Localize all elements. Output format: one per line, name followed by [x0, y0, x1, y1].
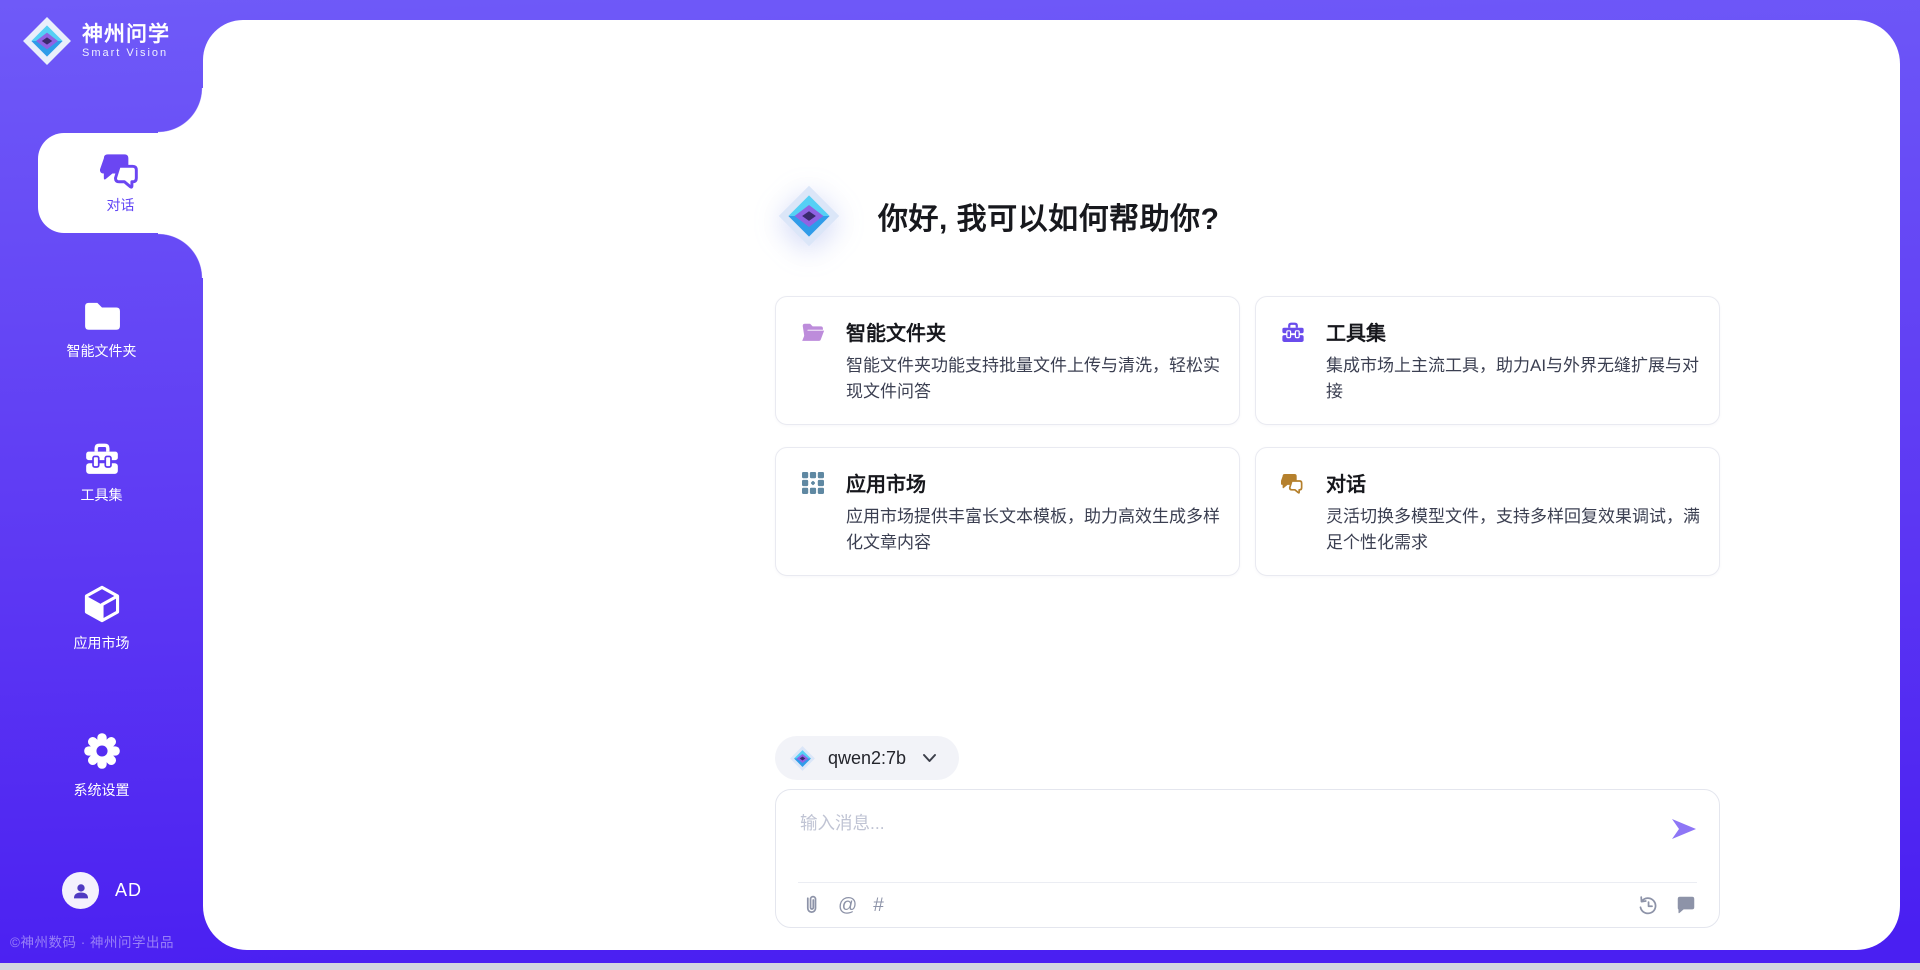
sidebar-item-market[interactable]: 应用市场 — [0, 563, 203, 673]
person-icon — [70, 880, 92, 902]
sidebar: 神州问学 Smart Vision 对话 智能文件夹 — [0, 0, 203, 963]
feature-card-chat[interactable]: 对话 灵活切换多模型文件，支持多样回复效果调试，满足个性化需求 — [1255, 447, 1720, 576]
model-selector[interactable]: qwen2:7b — [775, 736, 959, 780]
chat-bubbles-icon — [100, 151, 142, 189]
greeting: 你好, 我可以如何帮助你? — [776, 183, 1220, 249]
main-content: 你好, 我可以如何帮助你? 智能文件夹 智能文件夹功能支持批量文件上传与清洗，轻… — [203, 20, 1900, 950]
brand-logo: 神州问学 Smart Vision — [22, 16, 170, 66]
brand-subtitle: Smart Vision — [82, 47, 170, 60]
composer-divider — [798, 882, 1697, 883]
sidebar-item-label: 应用市场 — [74, 633, 130, 653]
window-bottom-edge — [0, 963, 1920, 970]
folder-open-icon — [801, 320, 825, 344]
chat-bubbles-icon — [1281, 471, 1305, 495]
history-icon[interactable] — [1637, 894, 1659, 916]
brand-name: 神州问学 — [82, 23, 170, 47]
message-composer: @ # — [775, 789, 1720, 928]
card-description: 灵活切换多模型文件，支持多样回复效果调试，满足个性化需求 — [1326, 504, 1708, 556]
card-description: 应用市场提供丰富长文本模板，助力高效生成多样化文章内容 — [846, 504, 1228, 556]
avatar — [62, 872, 99, 909]
app-window: 神州问学 Smart Vision 对话 智能文件夹 — [0, 0, 1920, 970]
sidebar-item-label: 智能文件夹 — [67, 341, 137, 361]
active-tab-fillet-top — [158, 88, 203, 133]
sidebar-item-label: 对话 — [107, 195, 135, 215]
feature-card-tools[interactable]: 工具集 集成市场上主流工具，助力AI与外界无缝扩展与对接 — [1255, 296, 1720, 425]
folder-icon — [83, 300, 121, 332]
assistant-gem-icon — [776, 183, 842, 249]
gear-icon — [82, 731, 122, 771]
cube-icon — [82, 584, 122, 624]
feature-card-folders[interactable]: 智能文件夹 智能文件夹功能支持批量文件上传与清洗，轻松实现文件问答 — [775, 296, 1240, 425]
sidebar-item-folders[interactable]: 智能文件夹 — [0, 275, 203, 385]
chevron-down-icon — [922, 753, 937, 763]
card-description: 智能文件夹功能支持批量文件上传与清洗，轻松实现文件问答 — [846, 353, 1228, 405]
brand-gem-icon — [22, 16, 72, 66]
topic-icon[interactable]: # — [873, 894, 884, 918]
user-name: AD — [115, 880, 142, 901]
toolbox-icon — [83, 440, 121, 476]
feature-card-market[interactable]: 应用市场 应用市场提供丰富长文本模板，助力高效生成多样化文章内容 — [775, 447, 1240, 576]
toolbox-icon — [1281, 320, 1305, 344]
user-menu[interactable]: AD — [62, 872, 142, 909]
card-title: 工具集 — [1326, 317, 1386, 346]
card-description: 集成市场上主流工具，助力AI与外界无缝扩展与对接 — [1326, 353, 1708, 405]
model-gem-icon — [789, 745, 816, 772]
greeting-text: 你好, 我可以如何帮助你? — [878, 194, 1220, 238]
message-input[interactable] — [800, 803, 1660, 843]
attach-icon[interactable] — [800, 895, 822, 917]
copyright-text: ©神州数码 · 神州问学出品 — [10, 931, 174, 951]
sidebar-item-tools[interactable]: 工具集 — [0, 417, 203, 527]
sidebar-item-label: 工具集 — [81, 485, 123, 505]
active-tab-fillet-bottom — [158, 233, 203, 278]
grid-icon — [801, 471, 825, 495]
sidebar-item-label: 系统设置 — [74, 780, 130, 800]
sidebar-item-chat[interactable]: 对话 — [38, 133, 203, 233]
conversation-icon[interactable] — [1675, 894, 1697, 916]
send-icon[interactable] — [1671, 818, 1697, 840]
card-title: 对话 — [1326, 468, 1366, 497]
card-title: 应用市场 — [846, 468, 926, 497]
sidebar-item-settings[interactable]: 系统设置 — [0, 710, 203, 820]
mention-icon[interactable]: @ — [838, 894, 857, 918]
model-name: qwen2:7b — [828, 748, 906, 769]
card-title: 智能文件夹 — [846, 317, 946, 346]
